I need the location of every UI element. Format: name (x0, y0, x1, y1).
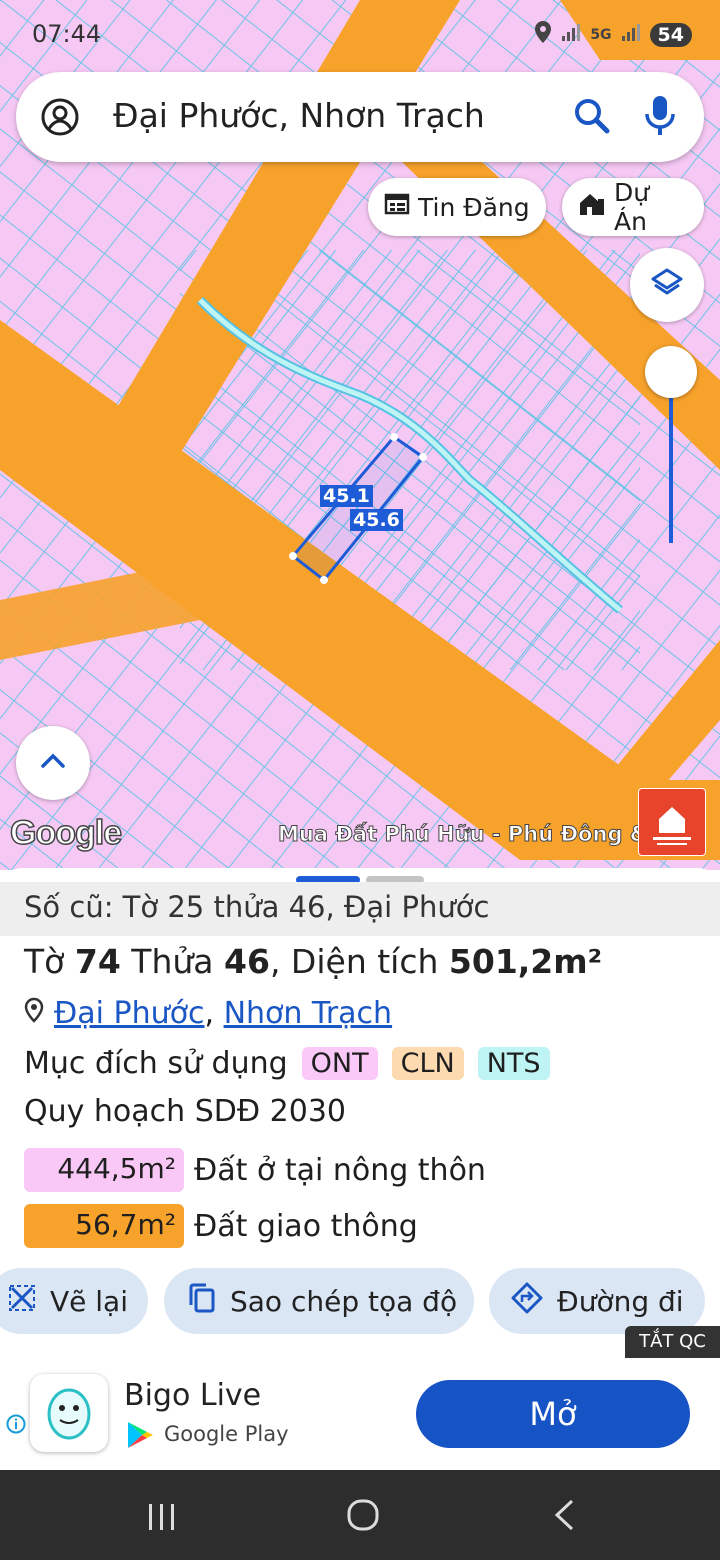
google-play-icon (126, 1420, 154, 1454)
search-query[interactable]: Đại Phước, Nhơn Trạch (113, 96, 485, 135)
back-icon[interactable] (552, 1498, 576, 1536)
store-name: Google Play (164, 1422, 289, 1446)
purpose-tag-ont: ONT (301, 1047, 378, 1080)
home-icon[interactable] (346, 1498, 380, 1536)
opacity-slider-handle[interactable] (645, 346, 697, 398)
system-nav-bar (0, 1470, 720, 1560)
status-bar: 07:44 5G 54 (0, 14, 720, 54)
zone-area-transport: 56,7m² (24, 1204, 184, 1248)
location-line: Đại Phước, Nhơn Trạch (24, 996, 392, 1031)
directions-icon (511, 1282, 543, 1321)
purpose-label: Mục đích sử dụng (24, 1046, 288, 1081)
sheet-number: 74 (74, 942, 121, 981)
old-number-bar: Số cũ: Tờ 25 thửa 46, Đại Phước (0, 882, 720, 936)
redraw-button[interactable]: Vẽ lại (0, 1268, 148, 1334)
info-icon[interactable] (6, 1414, 26, 1438)
map-ad-caption[interactable]: Mua Đất Phú Hữu - Phú Đông & (277, 822, 648, 847)
app-name: Bigo Live (124, 1378, 262, 1413)
loc-separator: , (204, 996, 215, 1031)
search-bar[interactable]: Đại Phước, Nhơn Trạch (16, 72, 704, 162)
layers-button[interactable] (630, 248, 704, 322)
redraw-icon (8, 1284, 36, 1319)
parcel-summary: Tờ 74 Thửa 46, Diện tích 501,2m² (24, 942, 602, 981)
edge-label-1: 45.1 (320, 485, 373, 507)
zone-label-residential: Đất ở tại nông thôn (194, 1152, 486, 1188)
purpose-tag-cln: CLN (391, 1047, 464, 1080)
directions-label: Đường đi (557, 1284, 684, 1318)
copy-coordinates-button[interactable]: Sao chép tọa độ (164, 1268, 474, 1334)
commune-link[interactable]: Đại Phước (54, 996, 204, 1031)
microphone-icon[interactable] (644, 94, 676, 142)
listings-label: Tin Đăng (418, 192, 530, 222)
redraw-label: Vẽ lại (50, 1284, 128, 1318)
zone-row-residential: 444,5m² Đất ở tại nông thôn (24, 1148, 486, 1192)
layers-icon (650, 266, 684, 304)
zone-row-transport: 56,7m² Đất giao thông (24, 1204, 418, 1248)
expand-up-button[interactable] (16, 726, 90, 800)
search-icon[interactable] (572, 96, 612, 140)
chevron-up-icon (40, 753, 66, 773)
signal-icon (560, 22, 582, 47)
district-link[interactable]: Nhơn Trạch (224, 996, 393, 1031)
opacity-slider-track[interactable] (669, 395, 673, 543)
old-number-text: Số cũ: Tờ 25 thửa 46, Đại Phước (24, 890, 490, 924)
building-icon (578, 191, 606, 223)
plan-title: Quy hoạch SDĐ 2030 (24, 1094, 346, 1129)
ad-banner[interactable]: Bigo Live Google Play Mở (0, 1358, 720, 1470)
sheet-prefix: Tờ (24, 942, 65, 981)
zone-area-residential: 444,5m² (24, 1148, 184, 1192)
zone-label-transport: Đất giao thông (194, 1208, 418, 1244)
copy-coordinates-label: Sao chép tọa độ (230, 1284, 458, 1318)
listings-icon (384, 192, 410, 222)
projects-label: Dự Án (614, 178, 650, 236)
app-icon[interactable] (30, 1374, 108, 1452)
projects-chip[interactable]: Dự Án (562, 178, 704, 236)
listings-chip[interactable]: Tin Đăng (368, 178, 546, 236)
recent-apps-icon[interactable] (146, 1500, 178, 1536)
land-use-purpose: Mục đích sử dụng ONT CLN NTS (24, 1046, 550, 1081)
google-logo: Google (9, 813, 123, 853)
area-prefix: , Diện tích (269, 942, 439, 981)
copy-icon (188, 1283, 216, 1320)
battery-level: 54 (649, 22, 692, 47)
signal-icon-2 (620, 22, 642, 47)
open-app-button[interactable]: Mở (416, 1380, 690, 1448)
purpose-tag-nts: NTS (477, 1047, 550, 1080)
parcel-prefix: Thửa (131, 942, 214, 981)
clock: 07:44 (32, 20, 102, 48)
close-ad-button[interactable]: TẮT QC (625, 1326, 720, 1358)
parcel-number: 46 (224, 942, 270, 981)
location-icon (534, 20, 552, 49)
parcel-area: 501,2m² (448, 942, 603, 981)
network-type: 5G (590, 26, 612, 43)
edge-label-2: 45.6 (350, 509, 403, 531)
pin-icon (24, 996, 44, 1031)
account-icon[interactable] (40, 97, 80, 141)
directions-button[interactable]: Đường đi (489, 1268, 705, 1334)
map-ad-thumbnail[interactable] (638, 788, 706, 856)
